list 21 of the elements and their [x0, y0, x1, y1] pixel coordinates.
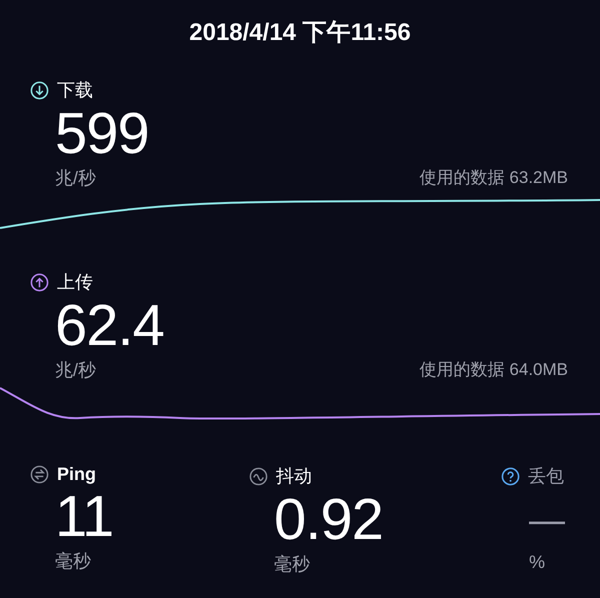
- speed-unit: 兆/秒: [55, 359, 96, 382]
- test-label: 下载: [57, 79, 93, 102]
- metric-value: —: [528, 498, 564, 542]
- metric-label: 丢包: [528, 465, 564, 488]
- metric-unit: 毫秒: [54, 550, 92, 573]
- wave-icon: [249, 466, 268, 486]
- data-used: 使用的数据 63.2MB: [420, 167, 568, 189]
- metric-label: 抖动: [276, 465, 312, 488]
- timestamp: 2018/4/14 下午11:56: [188, 18, 412, 48]
- metric-value: 11: [54, 485, 114, 549]
- test-label: 上传: [57, 271, 93, 294]
- speed-value: 599: [54, 102, 150, 166]
- metric-label: Ping: [57, 464, 96, 485]
- metric-unit: %: [528, 552, 546, 573]
- help-icon[interactable]: [501, 466, 520, 486]
- speed-value: 62.4: [54, 294, 165, 358]
- metric-unit: 毫秒: [273, 553, 311, 576]
- data-used: 使用的数据 64.0MB: [420, 359, 568, 381]
- metric-value: 0.92: [273, 488, 384, 552]
- speed-unit: 兆/秒: [55, 167, 96, 190]
- ping-icon: [30, 465, 49, 484]
